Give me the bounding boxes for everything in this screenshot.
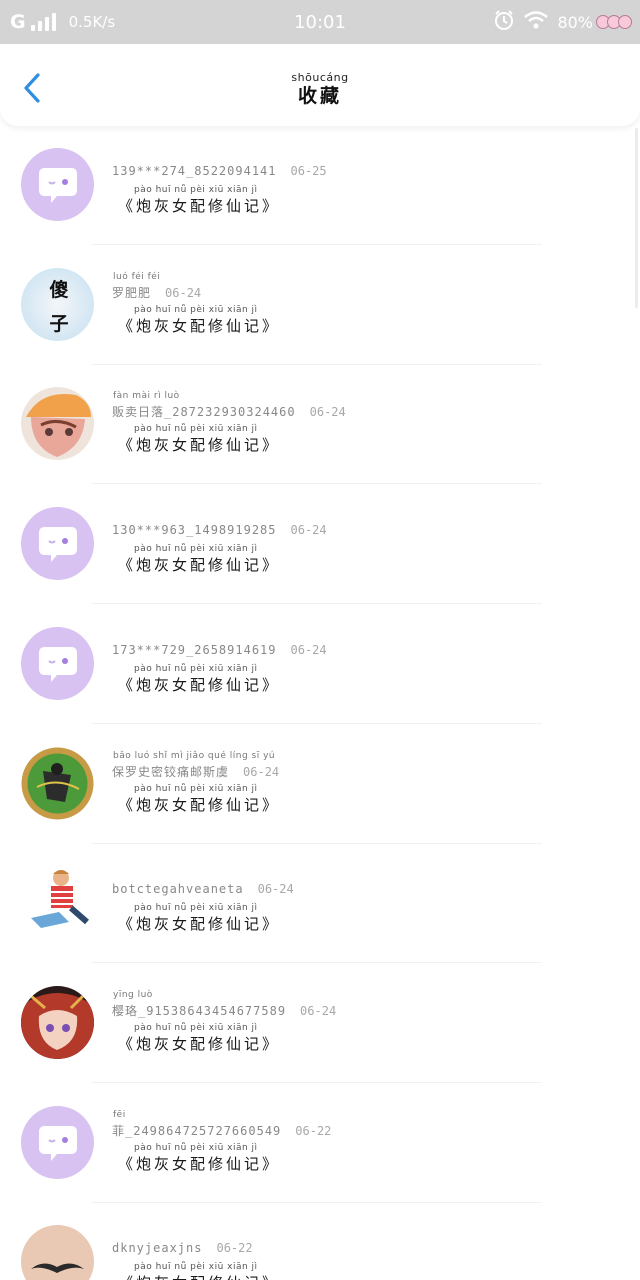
avatar[interactable]	[21, 148, 94, 221]
book-title[interactable]: pào huī nǚ pèi xiū xiān jì《炮灰女配修仙记》	[118, 304, 280, 336]
list-item[interactable]: 139***274_8522094141 06-25 pào huī nǚ pèi …	[0, 126, 640, 246]
favorite-date: 06-24	[165, 285, 202, 300]
username-pinyin: luó féi féi	[113, 271, 161, 282]
username[interactable]: 菲_249864725727660549	[112, 1124, 281, 1138]
book-title-pinyin: pào huī nǚ pèi xiū xiān jì	[134, 304, 258, 315]
page-title-pinyin: shōucáng	[291, 71, 349, 84]
book-title-pinyin: pào huī nǚ pèi xiū xiān jì	[134, 783, 258, 794]
book-title[interactable]: pào huī nǚ pèi xiū xiān jì《炮灰女配修仙记》	[118, 902, 280, 934]
book-title[interactable]: pào huī nǚ pèi xiū xiān jì《炮灰女配修仙记》	[118, 423, 280, 455]
item-meta: luó féi féi 罗肥肥 06-24	[112, 272, 202, 301]
favorite-date: 06-24	[300, 1003, 337, 1018]
item-meta: botctegahveaneta 06-24	[112, 882, 294, 896]
item-meta: 139***274_8522094141 06-25	[112, 164, 327, 178]
favorite-date: 06-24	[243, 764, 280, 779]
alarm-icon	[493, 9, 515, 35]
item-meta: bǎo luó shǐ mì jiǎo qué líng sī yú 保罗史密铰痛…	[112, 751, 280, 780]
book-title-text: 《炮灰女配修仙记》	[118, 197, 281, 215]
book-title-pinyin: pào huī nǚ pèi xiū xiān jì	[134, 424, 258, 435]
book-title[interactable]: pào huī nǚ pèi xiū xiān jì《炮灰女配修仙记》	[118, 783, 280, 815]
username[interactable]: 173***729_2658914619	[112, 643, 277, 657]
page-title-text: 收藏	[297, 85, 342, 107]
avatar[interactable]	[21, 747, 94, 820]
book-title[interactable]: pào huī nǚ pèi xiū xiān jì 《炮灰女配修仙记》	[118, 184, 280, 216]
book-title-pinyin: pào huī nǚ pèi xiū xiān jì	[134, 1022, 258, 1033]
username[interactable]: botctegahveaneta	[112, 882, 244, 896]
username[interactable]: dknyjeaxjns	[112, 1241, 202, 1255]
book-title-pinyin: pào huī nǚ pèi xiū xiān jì	[134, 663, 258, 674]
favorite-date: 06-24	[257, 882, 294, 897]
header: shōucáng 收藏	[0, 44, 640, 126]
svg-text:傻: 傻	[49, 278, 68, 301]
avatar[interactable]	[21, 626, 94, 700]
avatar[interactable]	[21, 1105, 94, 1179]
username-pinyin: fàn mài rì luò	[113, 391, 180, 402]
book-title-pinyin: pào huī nǚ pèi xiū xiān jì	[134, 903, 258, 914]
wifi-icon	[523, 10, 549, 34]
list-item[interactable]: yīng luò 樱珞_91538643454677589 06-24 pào huī…	[0, 964, 640, 1084]
book-title-text: 《炮灰女配修仙记》	[118, 915, 281, 934]
book-title[interactable]: pào huī nǚ pèi xiū xiān jì《炮灰女配修仙记》	[118, 663, 280, 695]
favorite-date: 06-24	[290, 642, 327, 657]
list-item[interactable]: 130***963_1498919285 06-24 pào huī nǚ pèi …	[0, 485, 640, 605]
mascot-icon	[596, 15, 632, 29]
book-title[interactable]: pào huī nǚ pèi xiū xiān jì《炮灰女配修仙记》	[118, 1261, 280, 1280]
username-pinyin: bǎo luó shǐ mì jiǎo qué líng sī yú	[113, 750, 276, 761]
username-pinyin: fēi	[113, 1109, 126, 1120]
avatar[interactable]: 傻子	[21, 267, 94, 341]
book-title[interactable]: pào huī nǚ pèi xiū xiān jì《炮灰女配修仙记》	[118, 1022, 280, 1054]
status-right: 80%	[493, 9, 632, 35]
book-title-pinyin: pào huī nǚ pèi xiū xiān jì	[134, 1262, 258, 1273]
book-title-text: 《炮灰女配修仙记》	[118, 1034, 281, 1053]
favorite-date: 06-22	[295, 1123, 332, 1138]
item-meta: 173***729_2658914619 06-24	[112, 643, 327, 657]
favorite-date: 06-24	[290, 523, 327, 538]
list-item[interactable]: dknyjeaxjns 06-22 pào huī nǚ pèi xiū xiān …	[0, 1203, 640, 1280]
item-meta: fēi 菲_249864725727660549 06-22	[112, 1110, 332, 1139]
avatar[interactable]	[21, 387, 94, 461]
book-title-text: 《炮灰女配修仙记》	[118, 675, 281, 694]
book-title-text: 《炮灰女配修仙记》	[118, 1273, 280, 1280]
book-title-pinyin: pào huī nǚ pèi xiū xiān jì	[134, 1142, 258, 1153]
book-title[interactable]: pào huī nǚ pèi xiū xiān jì《炮灰女配修仙记》	[118, 543, 280, 575]
list-item[interactable]: fàn mài rì luò 贩卖日落_287232930324460 06-24 p…	[0, 365, 640, 485]
avatar[interactable]	[21, 507, 94, 581]
username[interactable]: 保罗史密铰痛邮斯虞	[112, 765, 229, 779]
book-title-text: 《炮灰女配修仙记》	[118, 316, 281, 335]
book-title-text: 《炮灰女配修仙记》	[118, 795, 281, 814]
book-title-text: 《炮灰女配修仙记》	[118, 436, 281, 455]
username[interactable]: 罗肥肥	[112, 286, 151, 300]
book-title-pinyin: pào huī nǚ pèi xiū xiān jì	[134, 544, 258, 555]
avatar[interactable]	[21, 985, 94, 1059]
list-item[interactable]: bǎo luó shǐ mì jiǎo qué líng sī yú 保罗史密铰痛…	[0, 725, 640, 845]
battery-level: 80%	[557, 12, 593, 32]
item-meta: fàn mài rì luò 贩卖日落_287232930324460 06-24	[112, 391, 346, 420]
avatar[interactable]	[21, 866, 94, 940]
favorite-date: 06-24	[309, 405, 346, 420]
status-bar: G 0.5K/s 10:01 80%	[0, 0, 640, 44]
item-meta: dknyjeaxjns 06-22	[112, 1241, 253, 1255]
item-meta: 130***963_1498919285 06-24	[112, 523, 327, 537]
page-title: shōucáng 收藏	[0, 72, 640, 108]
book-title-text: 《炮灰女配修仙记》	[118, 556, 281, 575]
username-pinyin: yīng luò	[113, 989, 153, 1000]
username[interactable]: 130***963_1498919285	[112, 523, 277, 537]
book-title-text: 《炮灰女配修仙记》	[118, 1154, 281, 1173]
item-meta: yīng luò 樱珞_91538643454677589 06-24	[112, 990, 337, 1019]
book-title[interactable]: pào huī nǚ pèi xiū xiān jì《炮灰女配修仙记》	[118, 1142, 280, 1174]
list-item[interactable]: 173***729_2658914619 06-24 pào huī nǚ pèi …	[0, 605, 640, 725]
favorite-date: 06-22	[216, 1241, 253, 1256]
username[interactable]: 樱珞_91538643454677589	[112, 1004, 286, 1018]
book-title-pinyin: pào huī nǚ pèi xiū xiān jì	[134, 185, 258, 195]
list-item[interactable]: 傻子 luó féi féi 罗肥肥 06-24 pào huī nǚ pèi xiū …	[0, 246, 640, 366]
list-item[interactable]: botctegahveaneta 06-24 pào huī nǚ pèi xiū …	[0, 844, 640, 964]
username[interactable]: 139***274_8522094141	[112, 164, 277, 178]
scrollbar[interactable]	[635, 128, 638, 308]
list-item[interactable]: fēi 菲_249864725727660549 06-22 pào huī nǚ p…	[0, 1084, 640, 1204]
avatar[interactable]	[21, 1225, 94, 1280]
username[interactable]: 贩卖日落_287232930324460	[112, 405, 296, 419]
svg-text:子: 子	[49, 313, 68, 335]
favorite-date: 06-25	[290, 164, 327, 178]
